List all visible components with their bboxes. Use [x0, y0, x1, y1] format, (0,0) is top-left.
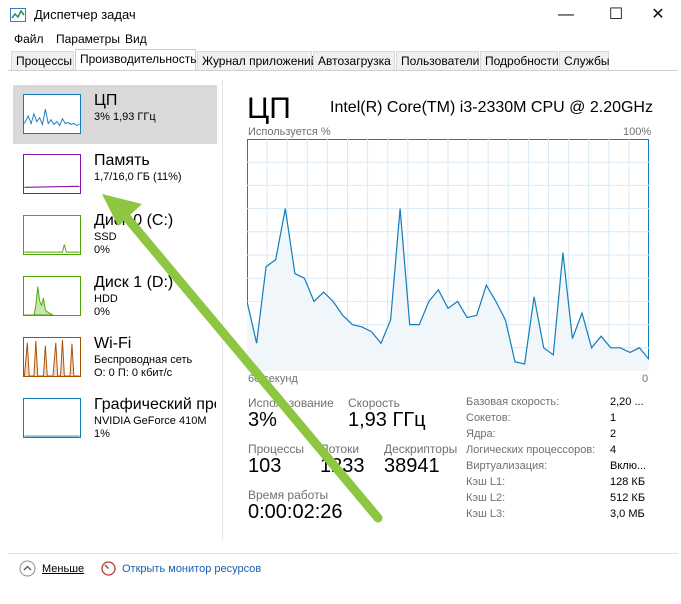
- handles-label: Дескрипторы: [384, 442, 458, 456]
- threads-label: Потоки: [320, 442, 360, 456]
- stat-label: Кэш L2:: [466, 492, 506, 504]
- stat-label: Кэш L3:: [466, 508, 506, 520]
- open-resource-monitor-link[interactable]: Открыть монитор ресурсов: [122, 563, 261, 575]
- resource-monitor-icon: [101, 561, 116, 576]
- tab-performance[interactable]: Производительность: [75, 49, 196, 71]
- usage-value: 3%: [248, 409, 277, 431]
- graph-label-time: 60 секунд: [248, 373, 298, 385]
- stat-label: Сокетов:: [466, 412, 511, 424]
- sidebar-item-title: Графический процессор 0: [94, 396, 216, 413]
- cpu-usage-graph: [247, 139, 649, 371]
- stat-value: 1: [610, 412, 617, 424]
- graph-label-usage: Используется %: [248, 126, 331, 138]
- stat-value: 2: [610, 428, 617, 440]
- sidebar-item-value: 1%: [94, 428, 110, 440]
- menu-view[interactable]: Вид: [125, 32, 147, 46]
- stat-label: Виртуализация:: [466, 460, 548, 472]
- disk1-thumbnail: [23, 276, 81, 316]
- sidebar-item-title: Диск 0 (C:): [94, 212, 174, 229]
- disk0-thumbnail: [23, 215, 81, 255]
- tab-processes[interactable]: Процессы: [11, 51, 74, 70]
- tab-details[interactable]: Подробности: [480, 51, 559, 70]
- menu-file[interactable]: Файл: [14, 32, 44, 46]
- minimize-button[interactable]: —: [543, 0, 589, 30]
- window-title: Диспетчер задач: [34, 7, 136, 22]
- chevron-up-icon[interactable]: [19, 560, 36, 577]
- sidebar-item-title: Память: [94, 152, 150, 169]
- maximize-button[interactable]: ☐: [593, 0, 639, 30]
- sidebar-item-value: 0%: [94, 306, 110, 318]
- footer-divider: [8, 553, 678, 554]
- task-manager-icon: [10, 8, 26, 22]
- tab-users[interactable]: Пользователи: [396, 51, 479, 70]
- sidebar-item-subtitle: NVIDIA GeForce 410M: [94, 415, 207, 427]
- gpu-thumbnail: [23, 398, 81, 438]
- processes-label: Процессы: [248, 442, 305, 456]
- stat-value: 128 КБ: [610, 476, 646, 488]
- close-button[interactable]: ✕: [635, 0, 681, 30]
- stat-label: Кэш L1:: [466, 476, 506, 488]
- tab-underline: [8, 70, 678, 71]
- gpu-title-clip: Графический процессор 0: [94, 396, 216, 414]
- stat-value: 2,20 ...: [610, 396, 644, 408]
- tab-app-history[interactable]: Журнал приложений: [197, 51, 317, 70]
- stat-value: Вклю...: [610, 460, 647, 472]
- sidebar-item-title: ЦП: [94, 92, 118, 109]
- handles-value: 38941: [384, 455, 440, 477]
- fewer-details-link[interactable]: Меньше: [42, 563, 84, 575]
- sidebar-item-subtitle: Беспроводная сеть: [94, 354, 193, 366]
- sidebar-divider: [222, 80, 223, 540]
- sidebar-item-subtitle: HDD: [94, 293, 118, 305]
- speed-value: 1,93 ГГц: [348, 409, 426, 431]
- stat-value: 3,0 МБ: [610, 508, 645, 520]
- uptime-value: 0:00:02:26: [248, 501, 343, 523]
- page-title: ЦП: [247, 92, 291, 125]
- sidebar-item-value: 0%: [94, 244, 110, 256]
- wifi-thumbnail: [23, 337, 81, 377]
- memory-thumbnail: [23, 154, 81, 194]
- menu-options[interactable]: Параметры: [56, 32, 120, 46]
- stat-label: Логических процессоров:: [466, 444, 596, 456]
- cpu-thumbnail: [23, 94, 81, 134]
- usage-label: Использование: [248, 396, 334, 410]
- tab-startup[interactable]: Автозагрузка: [313, 51, 395, 70]
- cpu-model: Intel(R) Core(TM) i3-2330M CPU @ 2.20GHz: [330, 99, 653, 116]
- processes-value: 103: [248, 455, 282, 477]
- tab-services[interactable]: Службы: [559, 51, 609, 70]
- sidebar-item-subtitle: 3% 1,93 ГГц: [94, 111, 156, 123]
- stat-label: Ядра:: [466, 428, 496, 440]
- threads-value: 1233: [320, 455, 365, 477]
- stat-label: Базовая скорость:: [466, 396, 560, 408]
- graph-label-max: 100%: [623, 126, 652, 138]
- uptime-label: Время работы: [248, 488, 329, 502]
- sidebar-item-title: Диск 1 (D:): [94, 274, 174, 291]
- graph-label-zero: 0: [642, 373, 649, 385]
- stat-value: 4: [610, 444, 617, 456]
- sidebar-item-value: О: 0 П: 0 кбит/с: [94, 367, 173, 379]
- sidebar-item-subtitle: 1,7/16,0 ГБ (11%): [94, 171, 182, 183]
- sidebar-item-subtitle: SSD: [94, 231, 117, 243]
- stat-value: 512 КБ: [610, 492, 646, 504]
- sidebar-item-title: Wi-Fi: [94, 335, 132, 352]
- speed-label: Скорость: [348, 396, 400, 410]
